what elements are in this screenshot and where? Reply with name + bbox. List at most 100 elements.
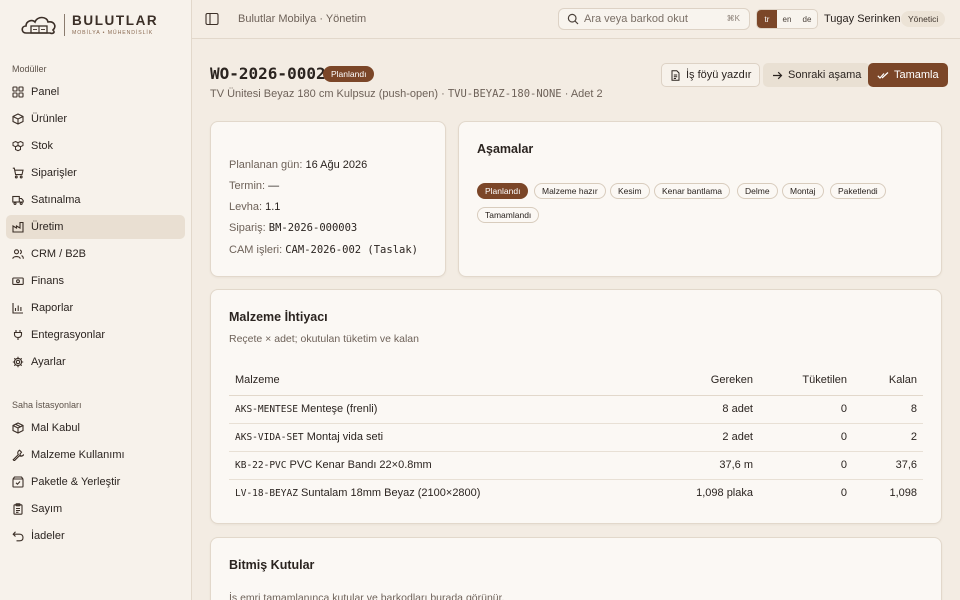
language-de[interactable]: de [797, 10, 817, 28]
language-en[interactable]: en [777, 10, 797, 28]
detail-label: Termin: [229, 180, 266, 192]
sidebar-item-raporlar[interactable]: Raporlar [6, 296, 185, 320]
table-row: AKS-VIDA-SET Montaj vida seti 2 adet 0 2 [229, 423, 923, 452]
sidebar-item-label: Üretim [31, 221, 64, 233]
search-input[interactable] [584, 13, 714, 25]
complete-label: Tamamla [894, 69, 939, 81]
search-box[interactable]: ⌘K [558, 8, 750, 30]
sidebar-item-iadeler[interactable]: İadeler [6, 524, 185, 548]
cam-job-link[interactable]: CAM-2026-002 (Taslak) [285, 244, 418, 256]
sidebar-item-label: Ürünler [31, 113, 68, 125]
detail-order: Sipariş: BM-2026-000003 [229, 222, 357, 234]
banknote-icon [12, 275, 24, 287]
sidebar-item-crm[interactable]: CRM / B2B [6, 242, 185, 266]
bar-chart-icon [12, 302, 24, 314]
package-icon [12, 422, 24, 434]
order-quantity: Adet 2 [570, 88, 603, 100]
sidebar-item-panel[interactable]: Panel [6, 80, 185, 104]
detail-planned-day: Planlanan gün: 16 Ağu 2026 [229, 159, 367, 171]
stage-paketlendi[interactable]: Paketlendi [830, 183, 886, 199]
sidebar-toggle-icon[interactable] [205, 12, 219, 26]
language-switcher: tr en de [756, 9, 818, 29]
package-check-icon [12, 476, 24, 488]
stage-montaj[interactable]: Montaj [782, 183, 824, 199]
sidebar-item-ayarlar[interactable]: Ayarlar [6, 350, 185, 374]
sidebar-item-satinalma[interactable]: Satınalma [6, 188, 185, 212]
material-name: Menteşe (frenli) [300, 403, 378, 415]
search-shortcut: ⌘K [726, 14, 740, 23]
sidebar: BULUTLAR MOBİLYA • MÜHENDİSLİK Modüller … [0, 0, 192, 600]
topbar: Bulutlar Mobilya · Yönetim ⌘K tr en de T… [192, 0, 960, 39]
nav-section-modules: Modüller [12, 64, 47, 74]
brand-tagline: MOBİLYA • MÜHENDİSLİK [72, 30, 154, 36]
users-icon [12, 248, 24, 260]
material-code: AKS-MENTESE [235, 404, 298, 415]
box-icon [12, 113, 24, 125]
wrench-icon [12, 449, 24, 461]
order-link[interactable]: BM-2026-000003 [269, 222, 358, 234]
sidebar-item-paketle-yerlestir[interactable]: Paketle & Yerleştir [6, 470, 185, 494]
cloud-logo-icon [21, 16, 56, 35]
status-badge: Planlandı [323, 66, 375, 82]
detail-label: Sipariş: [229, 222, 266, 234]
remaining-cell: 8 [853, 395, 923, 424]
material-code: AKS-VIDA-SET [235, 432, 304, 443]
sidebar-item-label: Finans [31, 275, 65, 287]
truck-icon [12, 194, 24, 206]
stage-kesim[interactable]: Kesim [610, 183, 650, 199]
stage-malzeme-hazir[interactable]: Malzeme hazır [534, 183, 606, 199]
detail-label: Levha: [229, 201, 263, 213]
material-code: KB-22-PVC [235, 460, 287, 471]
sidebar-item-mal-kabul[interactable]: Mal Kabul [6, 416, 185, 440]
sidebar-item-label: Entegrasyonlar [31, 329, 105, 341]
stage-delme[interactable]: Delme [737, 183, 778, 199]
next-stage-label: Sonraki aşama [788, 69, 862, 81]
sidebar-item-finans[interactable]: Finans [6, 269, 185, 293]
search-icon [567, 13, 579, 25]
sidebar-item-label: Paketle & Yerleştir [31, 476, 121, 488]
user-name[interactable]: Tugay Serinken [824, 13, 901, 25]
sidebar-item-sayim[interactable]: Sayım [6, 497, 185, 521]
material-cell: LV-18-BEYAZ Suntalam 18mm Beyaz (2100×28… [229, 479, 649, 507]
sidebar-item-urunler[interactable]: Ürünler [6, 107, 185, 131]
file-icon [671, 69, 680, 81]
sidebar-item-label: Satınalma [31, 194, 81, 206]
stage-tamamlandi[interactable]: Tamamlandı [477, 207, 540, 223]
complete-button[interactable]: Tamamla [868, 63, 948, 87]
stage-planlandi[interactable]: Planlandı [477, 183, 529, 199]
sidebar-item-label: Sayım [31, 503, 63, 515]
detail-label: CAM işleri: [229, 244, 283, 256]
sidebar-item-label: İadeler [31, 530, 65, 542]
next-stage-button[interactable]: Sonraki aşama [763, 63, 871, 87]
boxes-icon [12, 140, 24, 152]
stages-title: Aşamalar [477, 142, 534, 156]
sidebar-item-label: Mal Kabul [31, 422, 80, 434]
sidebar-item-label: CRM / B2B [31, 248, 87, 260]
sidebar-item-siparisler[interactable]: Siparişler [6, 161, 185, 185]
sidebar-item-stok[interactable]: Stok [6, 134, 185, 158]
language-tr[interactable]: tr [757, 10, 777, 28]
detail-value: — [268, 180, 280, 192]
sidebar-item-entegrasyonlar[interactable]: Entegrasyonlar [6, 323, 185, 347]
remaining-cell: 2 [853, 423, 923, 452]
materials-description: Reçete × adet; okutulan tüketim ve kalan [229, 333, 419, 345]
finished-boxes-description: İş emri tamamlanınca kutular ve barkodla… [229, 592, 505, 600]
materials-table: Malzeme Gereken Tüketilen Kalan AKS-MENT… [229, 365, 923, 507]
material-name: Suntalam 18mm Beyaz (2100×2800) [300, 487, 481, 500]
brand[interactable]: BULUTLAR MOBİLYA • MÜHENDİSLİK [0, 0, 191, 50]
brand-divider [64, 14, 65, 36]
sidebar-item-uretim[interactable]: Üretim [6, 215, 185, 239]
detail-cam-jobs: CAM işleri: CAM-2026-002 (Taslak) [229, 244, 418, 256]
print-worksheet-button[interactable]: İş föyü yazdır [661, 63, 761, 87]
stages-card: Aşamalar Planlandı Malzeme hazır Kesim K… [458, 121, 942, 277]
required-cell: 1,098 plaka [696, 487, 753, 500]
stage-kenar-bantlama[interactable]: Kenar bantlama [654, 183, 731, 199]
product-name: TV Ünitesi Beyaz 180 cm Kulpsuz (push-op… [210, 88, 439, 100]
sidebar-item-label: Siparişler [31, 167, 77, 179]
finished-boxes-title: Bitmiş Kutular [229, 558, 315, 572]
sidebar-item-malzeme-kullanimi[interactable]: Malzeme Kullanımı [6, 443, 185, 467]
finished-boxes-card: Bitmiş Kutular İş emri tamamlanınca kutu… [210, 537, 942, 600]
topbar-title: Bulutlar Mobilya · Yönetim [238, 13, 367, 25]
column-header-material: Malzeme [229, 365, 649, 396]
brand-name: BULUTLAR [72, 13, 159, 28]
